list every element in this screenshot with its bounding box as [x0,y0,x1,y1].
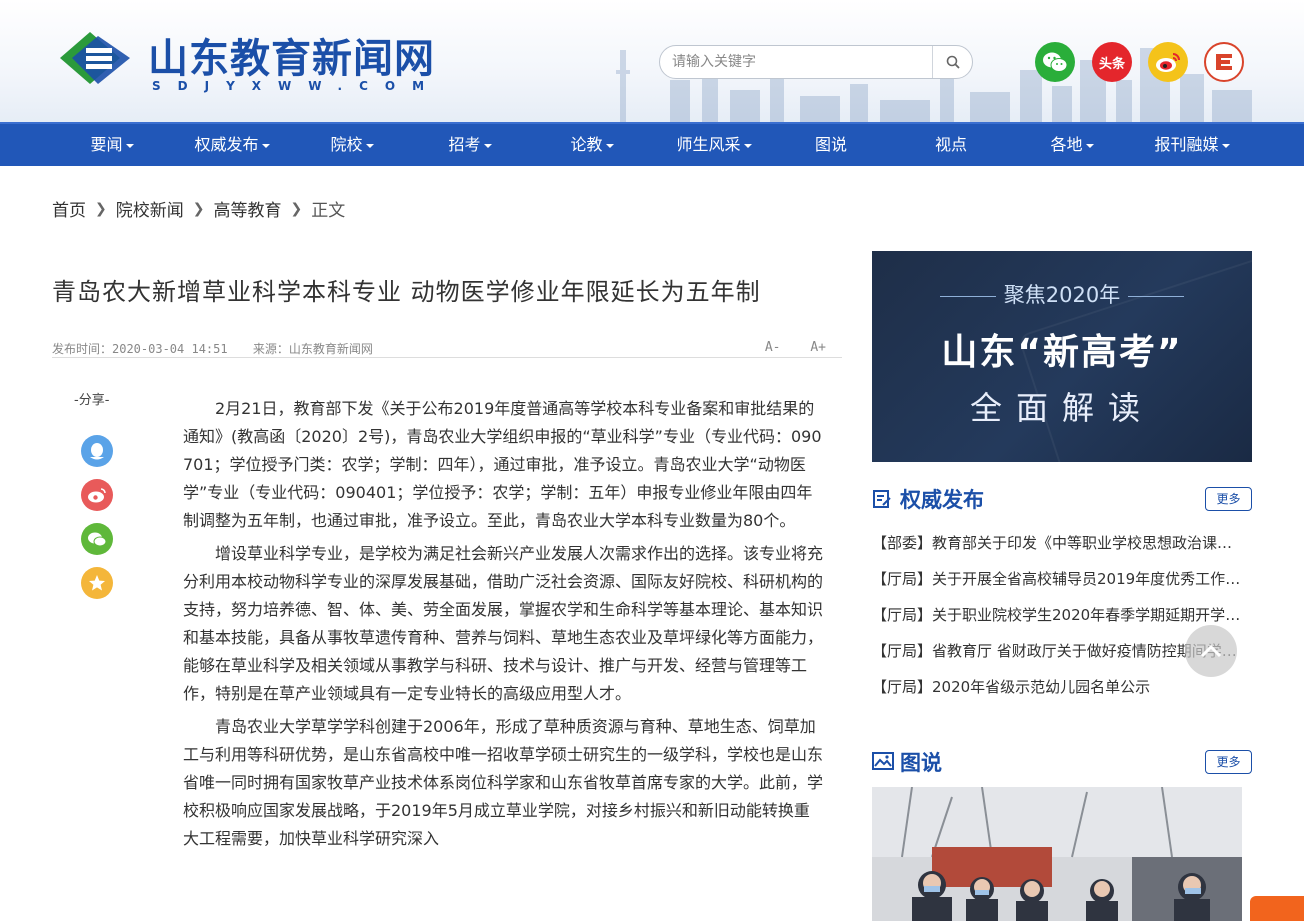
edit-document-icon [873,490,891,508]
weibo-icon [1156,53,1180,72]
chevron-right-icon: ❯ [290,200,303,217]
image-icon [872,752,894,770]
banner-headline: 山东“新高考” [941,332,1183,373]
article-paragraph: 2月21日，教育部下发《关于公布2019年度普通高等学校本科专业备案和审批结果的… [183,399,822,530]
site-logo[interactable] [52,26,138,90]
caret-down-icon [365,143,374,148]
nav-item-viewpoint[interactable]: 视点 [914,124,988,168]
caret-down-icon [1085,143,1094,148]
nav-item-media[interactable]: 报刊融媒 [1142,124,1242,168]
font-decrease-button[interactable]: A- [765,340,781,355]
nav-label: 招考 [448,135,481,154]
search-input[interactable] [672,52,922,72]
article-paragraph: 增设草业科学专业，是学校为满足社会新兴产业发展人次需求作出的选择。该专业将充分利… [183,544,824,703]
breadcrumb: 首页 ❯ 院校新闻 ❯ 高等教育 ❯ 正文 [52,196,346,222]
list-item[interactable]: 【厅局】关于职业院校学生2020年春季学期延期开学的通知 [872,598,1242,634]
nav-item-people[interactable]: 师生风采 [664,124,764,168]
site-title[interactable]: 山东教育新闻网 [148,26,435,84]
publish-time: 发布时间：2020-03-04 14:51 [52,342,228,356]
toutiao-icon: 头条 [1098,56,1125,72]
nav-item-authority[interactable]: 权威发布 [182,124,282,168]
list-item[interactable]: 【部委】教育部关于印发《中等职业学校思想政治课程标准》的通知 [872,526,1242,562]
chevron-right-icon: ❯ [95,200,107,217]
authority-section-header: 权威发布 更多 [872,484,1252,514]
nav-item-education-talk[interactable]: 论教 [550,124,634,168]
breadcrumb-home[interactable]: 首页 [52,196,86,221]
site-header: 山东教育新闻网 SDJYXWW.COM 头条 [0,0,1304,122]
nav-label: 视点 [934,135,967,154]
caret-down-icon [483,143,492,148]
wechat-icon [88,532,107,547]
caret-down-icon [125,143,134,148]
list-item[interactable]: 【厅局】关于开展全省高校辅导员2019年度优秀工作案例评选的通知 [872,562,1242,598]
star-icon [89,575,105,591]
nav-label: 论教 [570,135,603,154]
breadcrumb-current: 正文 [311,201,346,221]
nav-label: 要闻 [90,135,123,154]
nav-item-photos[interactable]: 图说 [794,124,868,168]
article-body: 2月21日，教育部下发《关于公布2019年度普通高等学校本科专业备案和审批结果的… [183,395,823,858]
e-icon [1216,54,1232,70]
main-nav: 要闻 权威发布 院校 招考 论教 师生风采 图说 视点 各地 报刊融媒 [0,122,1304,166]
chevron-right-icon: ❯ [192,200,205,217]
article-meta: 发布时间：2020-03-04 14:51 来源：山东教育新闻网 A- A+ [52,340,842,358]
nav-label: 权威发布 [194,135,259,154]
authority-news-list: 【部委】教育部关于印发《中等职业学校思想政治课程标准》的通知 【厅局】关于开展全… [872,526,1242,706]
breadcrumb-school-news[interactable]: 院校新闻 [116,196,184,221]
share-label: -分享- [74,393,110,408]
site-domain: SDJYXWW.COM [152,79,442,93]
share-wechat-button[interactable] [81,523,113,555]
share-qq-button[interactable] [81,435,113,467]
article-paragraph: 青岛农业大学草学学科创建于2006年，形成了草种质资源与育种、草地生态、饲草加工… [183,717,824,848]
nav-label: 院校 [330,135,363,154]
feedback-tab[interactable] [1250,896,1304,921]
nav-label: 各地 [1050,135,1083,154]
back-to-top-button[interactable] [1185,625,1237,677]
article-title: 青岛农大新增草业科学本科专业 动物医学修业年限延长为五年制 [52,278,761,306]
font-size-controls: A- A+ [743,340,826,355]
photos-section-header: 图说 更多 [872,747,1252,777]
search-icon [946,55,960,69]
e-button[interactable] [1204,42,1244,82]
section-title: 权威发布 [900,488,984,512]
nav-item-exams[interactable]: 招考 [428,124,512,168]
caret-down-icon [743,143,752,148]
caret-down-icon [1221,143,1230,148]
nav-label: 师生风采 [676,135,741,154]
list-item[interactable]: 【厅局】2020年省级示范幼儿园名单公示 [872,670,1242,706]
caret-down-icon [261,143,270,148]
banner-focus: 聚焦2020年 [872,279,1252,309]
chevron-up-icon [1200,644,1222,658]
qq-icon [90,443,104,460]
nav-item-news[interactable]: 要闻 [68,124,156,168]
banner-subtitle: 全面解读 [969,389,1154,427]
caret-down-icon [605,143,614,148]
section-title: 图说 [900,751,942,775]
font-increase-button[interactable]: A+ [810,340,826,355]
nav-label: 图说 [814,135,847,154]
weibo-icon [88,488,106,503]
article-source: 来源：山东教育新闻网 [252,342,373,356]
search-button[interactable] [933,46,973,78]
toutiao-button[interactable]: 头条 [1092,42,1132,82]
nav-item-schools[interactable]: 院校 [310,124,394,168]
authority-more-button[interactable]: 更多 [1205,487,1252,511]
weibo-button[interactable] [1148,42,1188,82]
share-weibo-button[interactable] [81,479,113,511]
share-favorite-button[interactable] [81,567,113,599]
wechat-icon [1043,52,1068,72]
wechat-button[interactable] [1035,42,1075,82]
photo-placeholder [872,787,1242,921]
new-gaokao-banner[interactable]: 聚焦2020年 山东“新高考” 全面解读 [872,251,1252,462]
news-photo[interactable] [872,787,1242,921]
breadcrumb-higher-education[interactable]: 高等教育 [213,196,281,221]
search-box [659,45,973,79]
nav-label: 报刊融媒 [1154,135,1219,154]
nav-item-regions[interactable]: 各地 [1030,124,1114,168]
photos-more-button[interactable]: 更多 [1205,750,1252,774]
